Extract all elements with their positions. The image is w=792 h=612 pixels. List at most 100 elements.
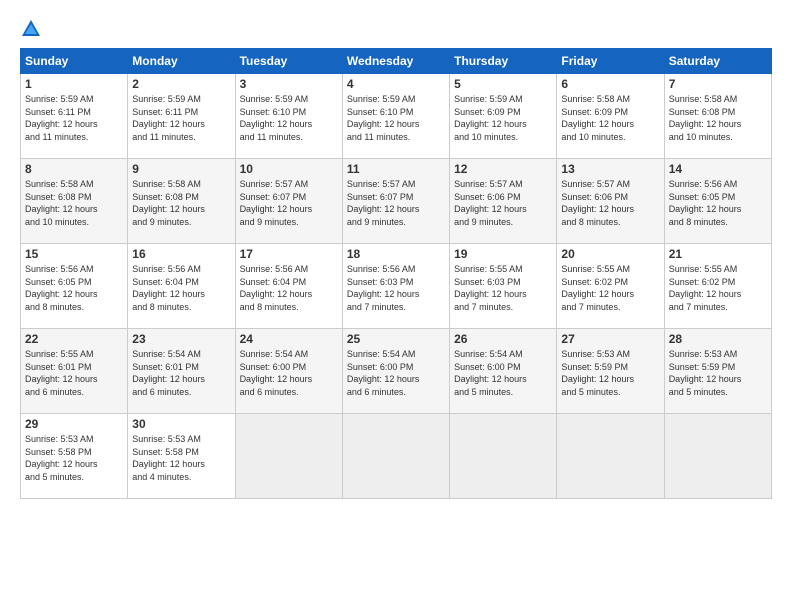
day-number: 27: [561, 332, 659, 346]
day-info: Sunrise: 5:56 AM Sunset: 6:04 PM Dayligh…: [240, 263, 338, 313]
day-info: Sunrise: 5:58 AM Sunset: 6:09 PM Dayligh…: [561, 93, 659, 143]
day-number: 5: [454, 77, 552, 91]
day-info: Sunrise: 5:59 AM Sunset: 6:11 PM Dayligh…: [25, 93, 123, 143]
day-info: Sunrise: 5:58 AM Sunset: 6:08 PM Dayligh…: [25, 178, 123, 228]
calendar-cell: 13 Sunrise: 5:57 AM Sunset: 6:06 PM Dayli…: [557, 159, 664, 244]
calendar-cell: 25Sunrise: 5:54 AM Sunset: 6:00 PM Dayli…: [342, 329, 449, 414]
calendar-cell: 22Sunrise: 5:55 AM Sunset: 6:01 PM Dayli…: [21, 329, 128, 414]
calendar-cell: 29Sunrise: 5:53 AM Sunset: 5:58 PM Dayli…: [21, 414, 128, 499]
logo-icon: [20, 18, 42, 40]
day-number: 15: [25, 247, 123, 261]
calendar-cell: 27Sunrise: 5:53 AM Sunset: 5:59 PM Dayli…: [557, 329, 664, 414]
day-info: Sunrise: 5:59 AM Sunset: 6:09 PM Dayligh…: [454, 93, 552, 143]
calendar-cell: 28Sunrise: 5:53 AM Sunset: 5:59 PM Dayli…: [664, 329, 771, 414]
day-number: 3: [240, 77, 338, 91]
calendar-table: SundayMondayTuesdayWednesdayThursdayFrid…: [20, 48, 772, 499]
calendar-week-2: 8 Sunrise: 5:58 AM Sunset: 6:08 PM Daylig…: [21, 159, 772, 244]
header: [20, 18, 772, 40]
day-info: Sunrise: 5:59 AM Sunset: 6:10 PM Dayligh…: [347, 93, 445, 143]
day-number: 26: [454, 332, 552, 346]
calendar-cell: 15 Sunrise: 5:56 AM Sunset: 6:05 PM Dayli…: [21, 244, 128, 329]
calendar-week-1: 1Sunrise: 5:59 AM Sunset: 6:11 PM Daylig…: [21, 74, 772, 159]
dow-header-wednesday: Wednesday: [342, 49, 449, 74]
dow-header-sunday: Sunday: [21, 49, 128, 74]
day-info: Sunrise: 5:55 AM Sunset: 6:02 PM Dayligh…: [669, 263, 767, 313]
day-info: Sunrise: 5:55 AM Sunset: 6:01 PM Dayligh…: [25, 348, 123, 398]
day-info: Sunrise: 5:57 AM Sunset: 6:06 PM Dayligh…: [454, 178, 552, 228]
calendar-cell: [342, 414, 449, 499]
day-number: 18: [347, 247, 445, 261]
day-info: Sunrise: 5:53 AM Sunset: 5:58 PM Dayligh…: [132, 433, 230, 483]
calendar-cell: 20Sunrise: 5:55 AM Sunset: 6:02 PM Dayli…: [557, 244, 664, 329]
day-number: 10: [240, 162, 338, 176]
day-number: 21: [669, 247, 767, 261]
dow-header-thursday: Thursday: [450, 49, 557, 74]
day-info: Sunrise: 5:54 AM Sunset: 6:00 PM Dayligh…: [347, 348, 445, 398]
calendar-cell: 21 Sunrise: 5:55 AM Sunset: 6:02 PM Dayli…: [664, 244, 771, 329]
day-number: 6: [561, 77, 659, 91]
page: SundayMondayTuesdayWednesdayThursdayFrid…: [0, 0, 792, 612]
calendar-cell: 10 Sunrise: 5:57 AM Sunset: 6:07 PM Dayli…: [235, 159, 342, 244]
calendar-cell: 14 Sunrise: 5:56 AM Sunset: 6:05 PM Dayli…: [664, 159, 771, 244]
day-info: Sunrise: 5:57 AM Sunset: 6:06 PM Dayligh…: [561, 178, 659, 228]
day-info: Sunrise: 5:55 AM Sunset: 6:03 PM Dayligh…: [454, 263, 552, 313]
day-number: 17: [240, 247, 338, 261]
logo: [20, 18, 46, 40]
calendar-cell: [450, 414, 557, 499]
day-number: 9: [132, 162, 230, 176]
day-number: 2: [132, 77, 230, 91]
calendar-cell: 4 Sunrise: 5:59 AM Sunset: 6:10 PM Daylig…: [342, 74, 449, 159]
calendar-cell: 9 Sunrise: 5:58 AM Sunset: 6:08 PM Daylig…: [128, 159, 235, 244]
calendar-cell: 18 Sunrise: 5:56 AM Sunset: 6:03 PM Dayli…: [342, 244, 449, 329]
dow-header-tuesday: Tuesday: [235, 49, 342, 74]
day-info: Sunrise: 5:54 AM Sunset: 6:00 PM Dayligh…: [454, 348, 552, 398]
calendar-cell: 8 Sunrise: 5:58 AM Sunset: 6:08 PM Daylig…: [21, 159, 128, 244]
day-number: 4: [347, 77, 445, 91]
calendar-cell: 30 Sunrise: 5:53 AM Sunset: 5:58 PM Dayli…: [128, 414, 235, 499]
day-number: 7: [669, 77, 767, 91]
calendar-cell: 1Sunrise: 5:59 AM Sunset: 6:11 PM Daylig…: [21, 74, 128, 159]
calendar-cell: [557, 414, 664, 499]
day-number: 29: [25, 417, 123, 431]
calendar-week-4: 22Sunrise: 5:55 AM Sunset: 6:01 PM Dayli…: [21, 329, 772, 414]
day-number: 30: [132, 417, 230, 431]
day-info: Sunrise: 5:54 AM Sunset: 6:01 PM Dayligh…: [132, 348, 230, 398]
calendar-cell: 5 Sunrise: 5:59 AM Sunset: 6:09 PM Daylig…: [450, 74, 557, 159]
day-number: 19: [454, 247, 552, 261]
day-number: 14: [669, 162, 767, 176]
day-info: Sunrise: 5:56 AM Sunset: 6:05 PM Dayligh…: [25, 263, 123, 313]
calendar-cell: [664, 414, 771, 499]
day-number: 13: [561, 162, 659, 176]
calendar-cell: 23 Sunrise: 5:54 AM Sunset: 6:01 PM Dayli…: [128, 329, 235, 414]
day-info: Sunrise: 5:57 AM Sunset: 6:07 PM Dayligh…: [240, 178, 338, 228]
day-info: Sunrise: 5:59 AM Sunset: 6:10 PM Dayligh…: [240, 93, 338, 143]
calendar-week-5: 29 Sunrise: 5:53 AM Sunset: 5:58 PM Dayli…: [21, 414, 772, 499]
day-info: Sunrise: 5:56 AM Sunset: 6:05 PM Dayligh…: [669, 178, 767, 228]
calendar-week-3: 15 Sunrise: 5:56 AM Sunset: 6:05 PM Dayli…: [21, 244, 772, 329]
calendar-cell: [235, 414, 342, 499]
day-info: Sunrise: 5:55 AM Sunset: 6:02 PM Dayligh…: [561, 263, 659, 313]
day-number: 23: [132, 332, 230, 346]
day-number: 8: [25, 162, 123, 176]
day-info: Sunrise: 5:59 AM Sunset: 6:11 PM Dayligh…: [132, 93, 230, 143]
day-number: 16: [132, 247, 230, 261]
day-info: Sunrise: 5:54 AM Sunset: 6:00 PM Dayligh…: [240, 348, 338, 398]
calendar-cell: 7 Sunrise: 5:58 AM Sunset: 6:08 PM Daylig…: [664, 74, 771, 159]
calendar-cell: 12 Sunrise: 5:57 AM Sunset: 6:06 PM Dayli…: [450, 159, 557, 244]
day-number: 11: [347, 162, 445, 176]
calendar-cell: 6 Sunrise: 5:58 AM Sunset: 6:09 PM Daylig…: [557, 74, 664, 159]
day-info: Sunrise: 5:58 AM Sunset: 6:08 PM Dayligh…: [669, 93, 767, 143]
day-number: 12: [454, 162, 552, 176]
calendar-cell: 11 Sunrise: 5:57 AM Sunset: 6:07 PM Dayli…: [342, 159, 449, 244]
calendar-cell: 2 Sunrise: 5:59 AM Sunset: 6:11 PM Daylig…: [128, 74, 235, 159]
day-info: Sunrise: 5:56 AM Sunset: 6:04 PM Dayligh…: [132, 263, 230, 313]
day-info: Sunrise: 5:58 AM Sunset: 6:08 PM Dayligh…: [132, 178, 230, 228]
day-number: 28: [669, 332, 767, 346]
dow-header-monday: Monday: [128, 49, 235, 74]
calendar-cell: 17 Sunrise: 5:56 AM Sunset: 6:04 PM Dayli…: [235, 244, 342, 329]
day-info: Sunrise: 5:57 AM Sunset: 6:07 PM Dayligh…: [347, 178, 445, 228]
calendar-cell: 16 Sunrise: 5:56 AM Sunset: 6:04 PM Dayli…: [128, 244, 235, 329]
day-number: 24: [240, 332, 338, 346]
calendar-cell: 3 Sunrise: 5:59 AM Sunset: 6:10 PM Daylig…: [235, 74, 342, 159]
day-info: Sunrise: 5:56 AM Sunset: 6:03 PM Dayligh…: [347, 263, 445, 313]
